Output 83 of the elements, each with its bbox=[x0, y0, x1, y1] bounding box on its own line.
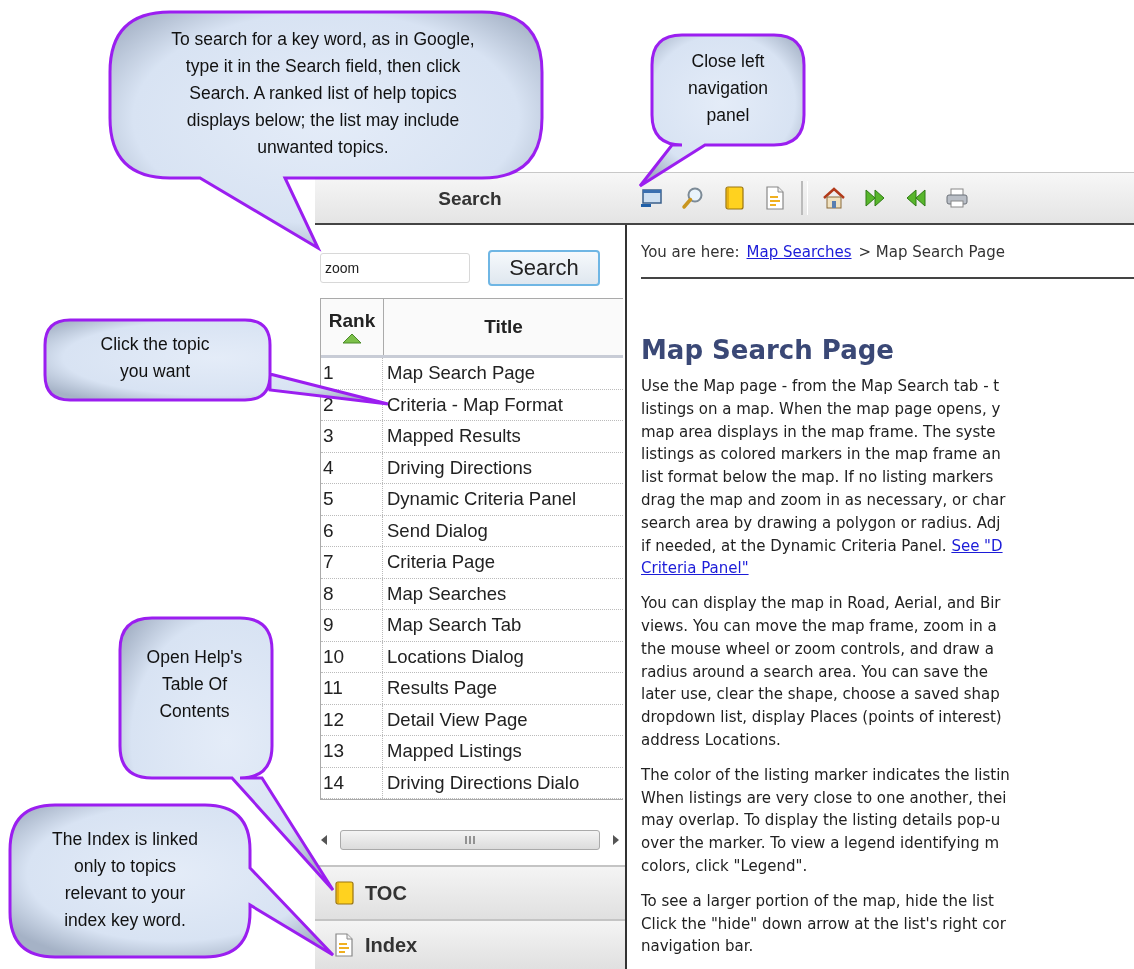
paragraph-line: listings as colored markers in the map frame an bbox=[641, 444, 1002, 466]
topic-link[interactable]: See "D bbox=[951, 536, 1003, 555]
paragraph-line: You can display the map in Road, Aerial, and Bir bbox=[641, 593, 1002, 615]
callout-text: To search for a key word, as in Google, type it in the Search field, then click Search. A ranked list of help topics displays below; the list may include unwanted topics. bbox=[170, 28, 476, 159]
rank-cell: 9 bbox=[321, 610, 383, 641]
topic-title[interactable]: Map Search Page bbox=[383, 362, 623, 385]
nav-tab[interactable]: TOC bbox=[315, 865, 625, 919]
column-header[interactable]: Title bbox=[384, 299, 623, 355]
breadcrumb-current: > Map Search Page bbox=[858, 243, 1005, 261]
monitor-icon bbox=[640, 186, 664, 210]
rank-cell: 8 bbox=[321, 578, 383, 609]
rank-cell: 10 bbox=[321, 641, 383, 672]
callout-text: Click the topic you want bbox=[99, 333, 211, 383]
scroll-right-icon bbox=[612, 834, 620, 846]
panel-title: Search bbox=[437, 187, 503, 210]
topic-heading: Map Search Page bbox=[641, 335, 895, 365]
topic-title[interactable]: Send Dialog bbox=[383, 519, 623, 542]
paragraph-line: list format below the map. If no listing markers bbox=[641, 467, 995, 489]
callout-text: The Index is linked only to topics relevant to your index key word. bbox=[51, 828, 199, 932]
paragraph-line: later use, clear the shape, choose a saved shap bbox=[641, 684, 1001, 706]
column-header[interactable]: Rank bbox=[321, 299, 384, 355]
search-icon bbox=[681, 186, 705, 210]
topic-title[interactable]: Criteria Page bbox=[383, 551, 623, 574]
topic-title[interactable]: Mapped Results bbox=[383, 425, 623, 448]
topic-link[interactable]: Criteria Panel" bbox=[641, 559, 749, 578]
page-icon bbox=[764, 185, 786, 211]
topic-title[interactable]: Results Page bbox=[383, 677, 623, 700]
topic-title[interactable]: Mapped Listings bbox=[383, 740, 623, 763]
paragraph-line: Use the Map page - from the Map Search tab - t bbox=[641, 376, 1001, 397]
home-icon bbox=[822, 186, 846, 210]
toolbar-divider bbox=[801, 181, 808, 215]
rank-cell: 6 bbox=[321, 515, 383, 546]
paragraph-line: The color of the listing marker indicates the listin bbox=[641, 764, 1011, 786]
rank-cell: 11 bbox=[321, 673, 383, 704]
scroll-left-icon bbox=[320, 834, 328, 846]
topic-title[interactable]: Dynamic Criteria Panel bbox=[383, 488, 623, 511]
nav-tab[interactable]: Index bbox=[315, 919, 625, 969]
rank-cell: 7 bbox=[321, 547, 383, 578]
paragraph-line: dropdown list, display Places (points of interest) bbox=[641, 707, 1003, 729]
search-field[interactable]: zoom bbox=[320, 253, 470, 283]
search-submit-button[interactable]: Search bbox=[488, 250, 600, 286]
rank-cell: 5 bbox=[321, 484, 383, 515]
grip-icon bbox=[464, 835, 476, 845]
paragraph-line: the mouse wheel or zoom controls, and draw a bbox=[641, 638, 995, 660]
paragraph-line: map area displays in the map frame. The syste bbox=[641, 421, 997, 443]
paragraph-line: if needed, at the Dynamic Criteria Panel. bbox=[641, 536, 947, 555]
rank-cell: 3 bbox=[321, 421, 383, 452]
topic-title[interactable]: Detail View Page bbox=[383, 708, 623, 731]
paragraph-line: may overlap. To display the listing details pop-u bbox=[641, 810, 1002, 832]
paragraph-line: views. You can move the map frame, zoom in a bbox=[641, 615, 998, 637]
printer-icon bbox=[945, 186, 969, 210]
topic-title[interactable]: Criteria - Map Format bbox=[383, 393, 623, 416]
breadcrumb-label: You are here: bbox=[641, 243, 740, 261]
paragraph-line: address Locations. bbox=[641, 729, 782, 751]
paragraph-line: colors, click "Legend". bbox=[641, 855, 809, 877]
page-icon bbox=[333, 932, 355, 958]
paragraph-line: Click the "hide" down arrow at the list's right cor bbox=[641, 913, 1007, 935]
paragraph-line: radius around a search area. You can save the bbox=[641, 661, 990, 683]
rank-cell: 13 bbox=[321, 736, 383, 767]
topic-title[interactable]: Map Search Tab bbox=[383, 614, 623, 637]
book-icon bbox=[333, 880, 355, 906]
double-arrow-right-icon bbox=[863, 186, 887, 210]
sort-ascending-icon bbox=[341, 332, 363, 344]
rank-cell: 4 bbox=[321, 452, 383, 483]
topic-title[interactable]: Driving Directions Dialo bbox=[383, 771, 623, 794]
paragraph-line: To see a larger portion of the map, hide the list bbox=[641, 890, 995, 912]
horizontal-scrollbar[interactable] bbox=[320, 829, 620, 851]
paragraph-line: navigation bar. bbox=[641, 936, 755, 958]
topic-title[interactable]: Locations Dialog bbox=[383, 645, 623, 668]
topic-title[interactable]: Driving Directions bbox=[383, 456, 623, 479]
paragraph-line: listings on a map. When the map page opens, y bbox=[641, 398, 1002, 420]
book-icon bbox=[723, 185, 745, 211]
paragraph-line: search area by drawing a polygon or radius. Adj bbox=[641, 512, 1002, 534]
rank-cell: 12 bbox=[321, 704, 383, 735]
paragraph-line: over the marker. To view a legend identifying m bbox=[641, 833, 1000, 855]
callout-text: Close left navigation panel bbox=[687, 50, 769, 127]
callout-text: Open Help's Table Of Contents bbox=[145, 646, 244, 723]
topic-title[interactable]: Map Searches bbox=[383, 582, 623, 605]
paragraph-line: When listings are very close to one another, thei bbox=[641, 787, 1008, 809]
breadcrumb-link[interactable]: Map Searches bbox=[746, 243, 852, 261]
rank-cell: 14 bbox=[321, 767, 383, 798]
paragraph-line: drag the map and zoom in as necessary, or char bbox=[641, 490, 1007, 511]
double-arrow-left-icon bbox=[904, 186, 928, 210]
